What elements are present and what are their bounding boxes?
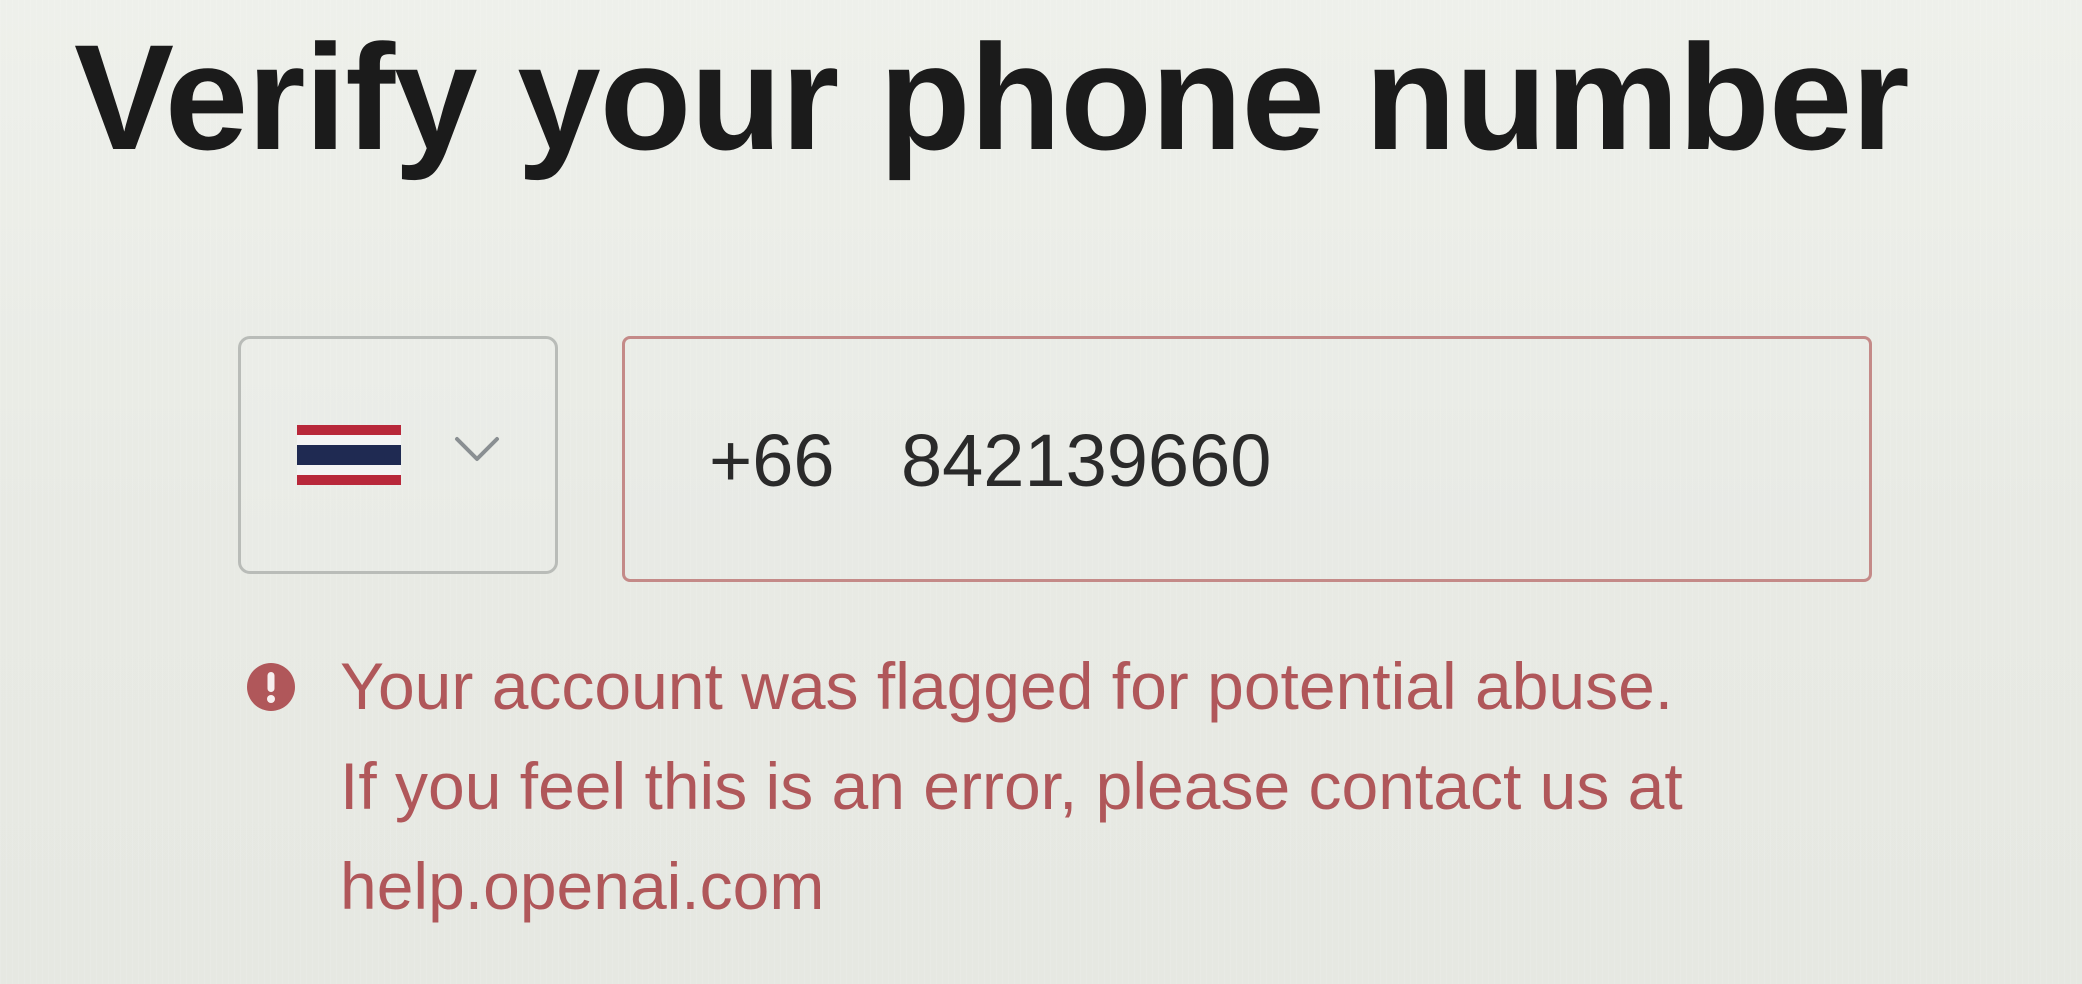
help-link[interactable]: help.openai.com: [340, 836, 1940, 936]
chevron-down-icon: [455, 437, 499, 461]
flag-stripe-red-top: [297, 425, 401, 435]
error-icon: [247, 663, 295, 711]
error-line-2: If you feel this is an error, please con…: [340, 749, 1683, 823]
flag-stripe-blue: [297, 445, 401, 465]
flag-stripe-white-top: [297, 435, 401, 445]
flag-stripe-white-bottom: [297, 465, 401, 475]
phone-number-input[interactable]: [901, 411, 1801, 511]
error-message: Your account was flagged for potential a…: [340, 636, 1940, 936]
screen: Verify your phone number +66 Your accoun…: [0, 0, 2082, 984]
dial-code: +66: [709, 419, 835, 502]
flag-stripe-red-bottom: [297, 475, 401, 485]
phone-number-field[interactable]: +66: [622, 336, 1872, 582]
thailand-flag-icon: [297, 425, 401, 495]
page-title: Verify your phone number: [74, 13, 1910, 181]
country-select[interactable]: [238, 336, 558, 574]
error-line-1: Your account was flagged for potential a…: [340, 649, 1674, 723]
